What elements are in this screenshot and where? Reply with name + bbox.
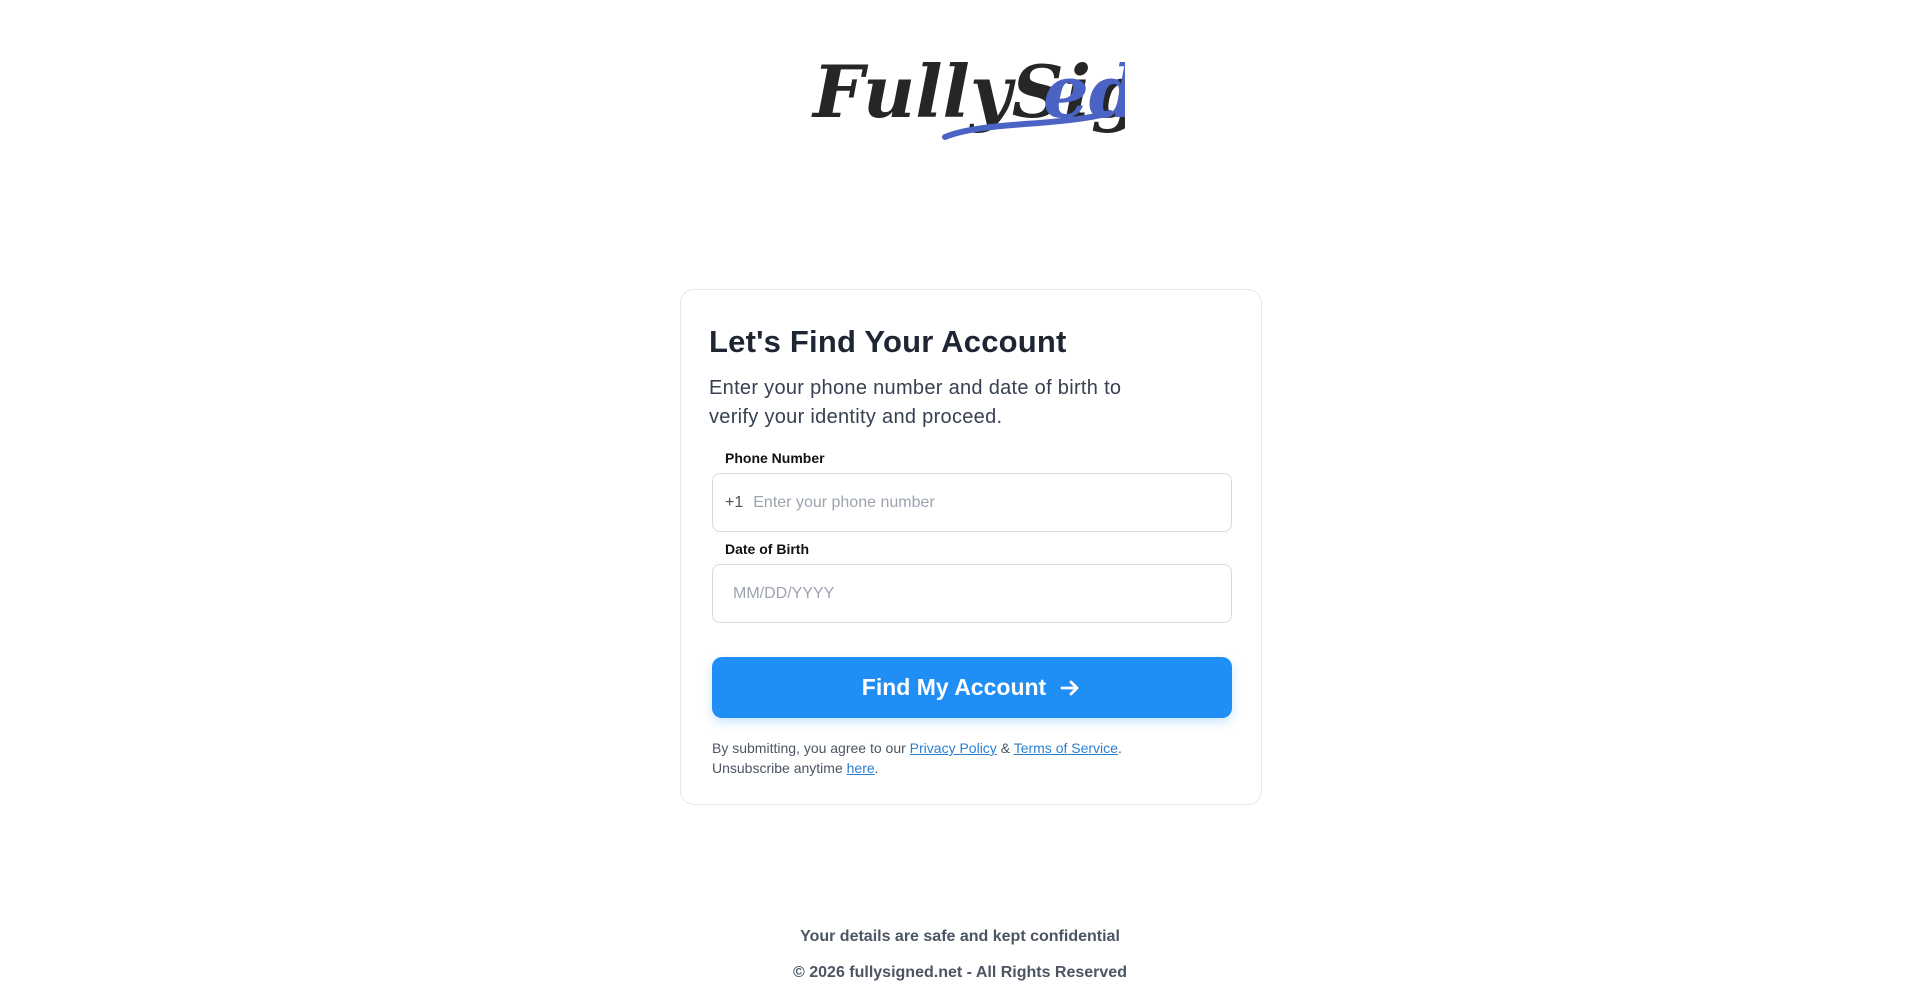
terms-of-service-link[interactable]: Terms of Service: [1014, 740, 1118, 756]
dob-field[interactable]: [712, 564, 1232, 623]
dob-input[interactable]: [733, 565, 1213, 622]
find-account-button[interactable]: Find My Account: [712, 657, 1232, 718]
unsubscribe-text: Unsubscribe anytime: [712, 760, 847, 776]
legal-prefix: By submitting, you agree to our: [712, 740, 910, 756]
copyright-text: © 2026 fullysigned.net - All Rights Rese…: [793, 964, 1127, 981]
card-subtitle: Enter your phone number and date of birt…: [709, 377, 1122, 428]
legal-period: .: [1117, 740, 1122, 756]
legal-amp: &: [996, 740, 1014, 756]
phone-country-prefix: +1: [725, 493, 744, 511]
phone-input[interactable]: [753, 474, 1194, 531]
find-account-card: Let's Find Your Account Enter your phone…: [680, 289, 1262, 805]
fullysigned-logo[interactable]: FullySign ed: [805, 35, 1125, 145]
legal-end: .: [874, 760, 879, 776]
legal-text: By submitting, you agree to our Privacy …: [712, 738, 1232, 778]
card-title: Let's Find Your Account: [709, 324, 1067, 359]
confidential-note: Your details are safe and kept confident…: [800, 928, 1120, 945]
find-account-button-label: Find My Account: [861, 674, 1047, 700]
unsubscribe-here-link[interactable]: here: [847, 760, 875, 776]
phone-label: Phone Number: [725, 450, 825, 466]
page: FullySign ed Let's Find Your Account Ent…: [0, 0, 1920, 993]
arrow-right-icon: [1058, 676, 1082, 700]
privacy-policy-link[interactable]: Privacy Policy: [910, 740, 997, 756]
phone-field[interactable]: +1: [712, 473, 1232, 532]
dob-label: Date of Birth: [725, 541, 809, 557]
